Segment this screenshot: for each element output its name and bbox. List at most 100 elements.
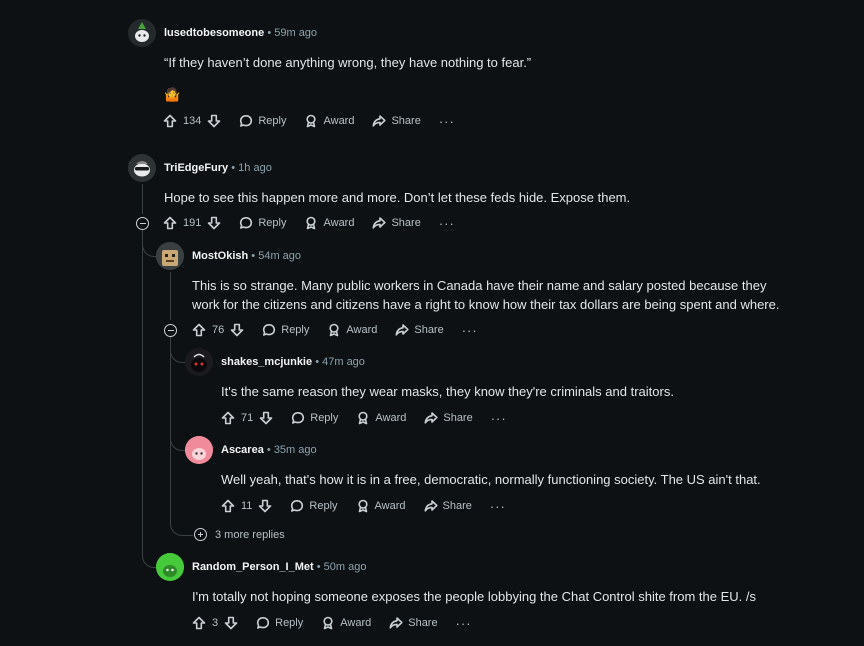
share-icon	[389, 617, 403, 629]
more-options-button[interactable]: ···	[462, 323, 478, 338]
upvote-icon	[192, 616, 206, 630]
timestamp[interactable]: 54m ago	[258, 250, 301, 262]
reply-button[interactable]: Reply	[256, 616, 303, 630]
downvote-button[interactable]	[259, 411, 273, 425]
share-button[interactable]: Share	[372, 216, 421, 230]
more-replies-button[interactable]: 3 more replies	[194, 528, 285, 541]
share-label: Share	[442, 500, 472, 512]
reply-button[interactable]: Reply	[239, 114, 286, 128]
username[interactable]: Ascarea	[221, 444, 264, 456]
award-label: Award	[375, 412, 407, 424]
thread-line-mostokish	[170, 272, 171, 320]
user-avatar-icon	[156, 242, 184, 270]
downvote-button[interactable]	[207, 216, 221, 230]
award-button[interactable]: Award	[356, 411, 406, 425]
upvote-button[interactable]	[192, 323, 206, 337]
comment-header: MostOkish • 54m ago	[192, 250, 301, 262]
share-button[interactable]: Share	[424, 411, 473, 425]
username[interactable]: MostOkish	[192, 250, 248, 262]
username[interactable]: lusedtobesomeone	[164, 27, 264, 39]
avatar[interactable]	[128, 154, 156, 182]
timestamp[interactable]: 59m ago	[274, 27, 317, 39]
upvote-button[interactable]	[221, 499, 235, 513]
vote-count: 71	[241, 412, 254, 424]
award-button[interactable]: Award	[304, 216, 354, 230]
more-options-button[interactable]: ···	[439, 216, 455, 231]
reply-label: Reply	[258, 217, 287, 229]
award-icon	[358, 411, 368, 425]
award-button[interactable]: Award	[356, 499, 406, 513]
collapse-thread-button[interactable]	[164, 324, 177, 337]
minus-icon	[139, 223, 146, 224]
share-icon	[424, 500, 438, 512]
award-icon	[306, 114, 317, 128]
award-button[interactable]: Award	[321, 616, 371, 630]
upvote-button[interactable]	[192, 616, 206, 630]
share-button[interactable]: Share	[424, 499, 472, 513]
reply-label: Reply	[309, 500, 338, 512]
reply-button[interactable]: Reply	[291, 411, 338, 425]
comment-body: Well yeah, that's how it is in a free, d…	[221, 472, 761, 487]
avatar[interactable]	[185, 348, 213, 376]
upvote-button[interactable]	[163, 216, 177, 230]
separator: •	[251, 250, 256, 262]
downvote-icon	[230, 323, 244, 337]
comment-body: “If they haven’t done anything wrong, th…	[164, 55, 532, 70]
timestamp[interactable]: 50m ago	[324, 561, 367, 573]
share-icon	[424, 412, 438, 424]
thread-curve-shakes	[170, 346, 186, 363]
thread-curve-mostokish	[142, 238, 157, 257]
avatar[interactable]	[128, 19, 156, 47]
reply-button[interactable]: Reply	[290, 499, 338, 513]
timestamp[interactable]: 47m ago	[322, 356, 365, 368]
collapse-thread-button[interactable]	[136, 217, 149, 230]
username[interactable]: TriEdgeFury	[164, 162, 228, 174]
thread-curve-random-person	[142, 540, 157, 568]
downvote-button[interactable]	[230, 323, 244, 337]
timestamp[interactable]: 35m ago	[274, 444, 317, 456]
comment-actions: 11 Reply Award Share ···	[221, 496, 506, 516]
username[interactable]: Random_Person_I_Met	[192, 561, 314, 573]
comment-actions: 191 Reply Award Share ···	[163, 213, 455, 233]
comment-actions: 3 Reply Award Share ···	[192, 613, 472, 633]
award-icon	[329, 323, 339, 337]
comment-body: This is so strange. Many public workers …	[192, 278, 780, 312]
vote-count: 134	[183, 115, 202, 127]
downvote-button[interactable]	[258, 499, 272, 513]
more-options-button[interactable]: ···	[491, 411, 507, 426]
comment-header: lusedtobesomeone • 59m ago	[164, 27, 317, 39]
comment-body: I'm totally not hoping someone exposes t…	[192, 589, 756, 604]
avatar[interactable]	[156, 553, 184, 581]
downvote-button[interactable]	[224, 616, 238, 630]
share-button[interactable]: Share	[372, 114, 421, 128]
upvote-icon	[221, 499, 235, 513]
downvote-button[interactable]	[207, 114, 221, 128]
upvote-icon	[163, 114, 177, 128]
username[interactable]: shakes_mcjunkie	[221, 356, 312, 368]
award-icon	[306, 216, 317, 230]
share-button[interactable]: Share	[389, 616, 438, 630]
downvote-icon	[224, 616, 238, 630]
share-button[interactable]: Share	[395, 323, 444, 337]
comment-bubble-icon	[257, 617, 270, 629]
share-label: Share	[408, 617, 438, 629]
comment-header: Ascarea • 35m ago	[221, 444, 317, 456]
avatar[interactable]	[156, 242, 184, 270]
comment-bubble-icon	[291, 500, 304, 512]
comment-header: TriEdgeFury • 1h ago	[164, 162, 272, 174]
avatar[interactable]	[185, 436, 213, 464]
reply-button[interactable]: Reply	[239, 216, 286, 230]
award-button[interactable]: Award	[327, 323, 377, 337]
reply-button[interactable]: Reply	[262, 323, 309, 337]
award-button[interactable]: Award	[304, 114, 354, 128]
downvote-icon	[208, 216, 221, 230]
timestamp[interactable]: 1h ago	[238, 162, 272, 174]
more-options-button[interactable]: ···	[456, 616, 472, 631]
upvote-button[interactable]	[221, 411, 235, 425]
more-options-button[interactable]: ···	[439, 114, 455, 129]
upvote-button[interactable]	[163, 114, 177, 128]
separator: •	[267, 27, 272, 39]
separator: •	[315, 356, 320, 368]
more-options-button[interactable]: ···	[490, 499, 506, 514]
reply-label: Reply	[281, 324, 310, 336]
